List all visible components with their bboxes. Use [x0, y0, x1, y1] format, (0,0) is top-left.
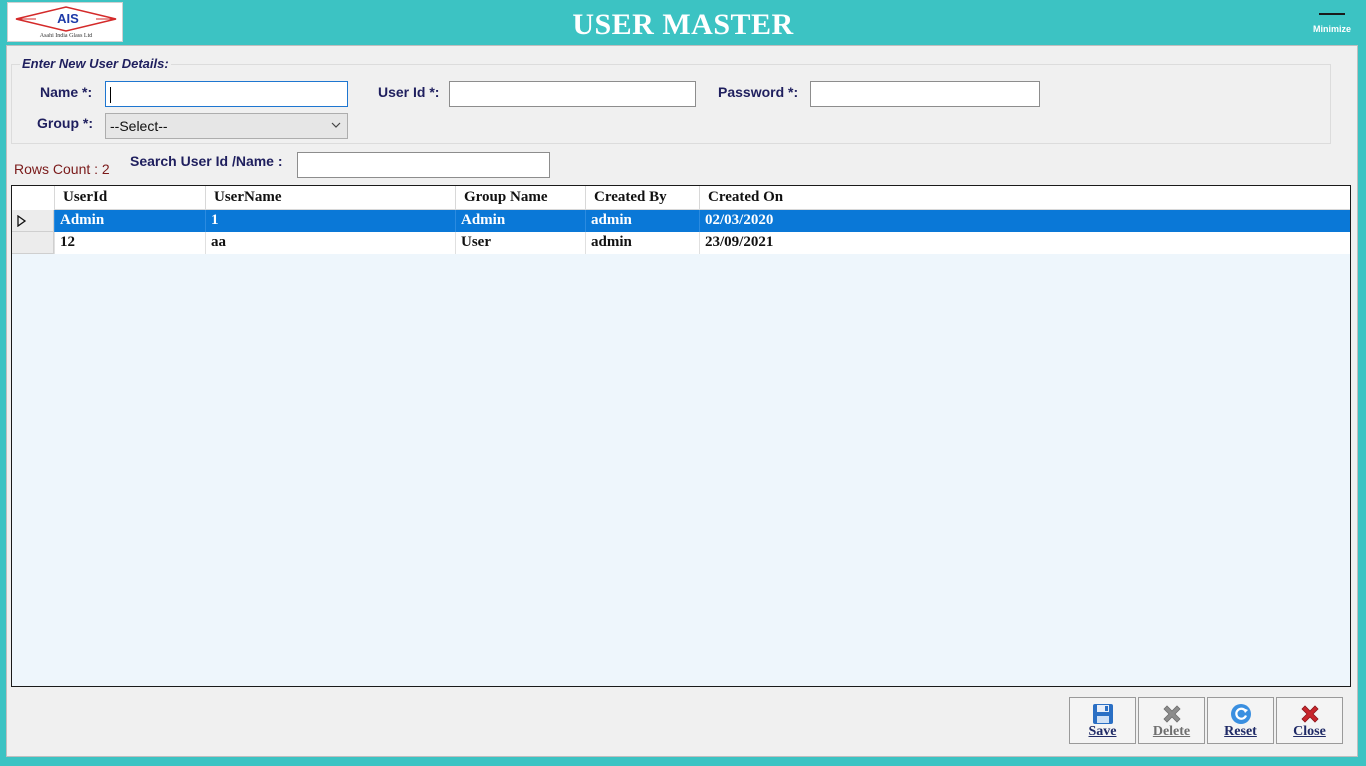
close-button[interactable]: Close	[1276, 697, 1343, 744]
cell-group-name[interactable]: Admin	[455, 210, 585, 232]
cell-userid[interactable]: Admin	[54, 210, 205, 232]
userid-input[interactable]	[449, 81, 696, 107]
userid-label: User Id *:	[378, 84, 440, 100]
refresh-icon	[1231, 704, 1251, 724]
search-input[interactable]	[297, 152, 550, 178]
cell-username[interactable]: aa	[205, 232, 455, 254]
section-title: Enter New User Details:	[20, 56, 171, 71]
cell-created-on[interactable]: 02/03/2020	[699, 210, 1350, 232]
column-header-username[interactable]: UserName	[205, 186, 455, 210]
cell-created-by[interactable]: admin	[585, 210, 699, 232]
delete-x-icon	[1163, 705, 1181, 723]
minimize-button[interactable]: Minimize	[1308, 10, 1356, 34]
cell-created-on[interactable]: 23/09/2021	[699, 232, 1350, 254]
name-label: Name *:	[40, 84, 93, 100]
column-header-created-on[interactable]: Created On	[699, 186, 819, 210]
current-row-arrow-icon	[17, 215, 27, 227]
minimize-icon	[1319, 13, 1345, 15]
delete-button[interactable]: Delete	[1138, 697, 1205, 744]
grid-corner	[12, 186, 54, 210]
chevron-down-icon	[331, 122, 341, 128]
password-input[interactable]	[810, 81, 1040, 107]
table-row[interactable]: 12 aa User admin 23/09/2021	[12, 232, 1350, 254]
close-x-icon	[1301, 705, 1319, 723]
grid-header: UserId UserName Group Name Created By Cr…	[12, 186, 1350, 210]
save-button[interactable]: Save	[1069, 697, 1136, 744]
cell-username[interactable]: 1	[205, 210, 455, 232]
save-label: Save	[1088, 724, 1117, 739]
cell-userid[interactable]: 12	[54, 232, 205, 254]
group-selected-value: --Select--	[110, 118, 168, 134]
table-row[interactable]: Admin 1 Admin admin 02/03/2020	[12, 210, 1350, 232]
rows-count: Rows Count : 2	[14, 161, 110, 177]
group-label: Group *:	[37, 115, 93, 131]
delete-label: Delete	[1152, 724, 1191, 739]
column-header-created-by[interactable]: Created By	[585, 186, 699, 210]
group-select[interactable]: --Select--	[105, 113, 348, 139]
cell-created-by[interactable]: admin	[585, 232, 699, 254]
search-label: Search User Id /Name :	[130, 153, 283, 169]
minimize-label: Minimize	[1312, 24, 1351, 34]
column-header-group-name[interactable]: Group Name	[455, 186, 585, 210]
floppy-disk-icon	[1093, 704, 1113, 724]
cell-group-name[interactable]: User	[455, 232, 585, 254]
column-header-userid[interactable]: UserId	[54, 186, 205, 210]
row-header[interactable]	[12, 210, 54, 232]
reset-label: Reset	[1224, 724, 1257, 739]
row-header[interactable]	[12, 232, 54, 254]
users-grid[interactable]: UserId UserName Group Name Created By Cr…	[11, 185, 1351, 687]
password-label: Password *:	[718, 84, 799, 100]
reset-button[interactable]: Reset	[1207, 697, 1274, 744]
page-title: USER MASTER	[572, 8, 794, 41]
main-panel: Enter New User Details: Name *: User Id …	[6, 45, 1358, 757]
text-caret	[110, 87, 111, 103]
close-label: Close	[1293, 724, 1326, 739]
name-input[interactable]	[105, 81, 348, 107]
